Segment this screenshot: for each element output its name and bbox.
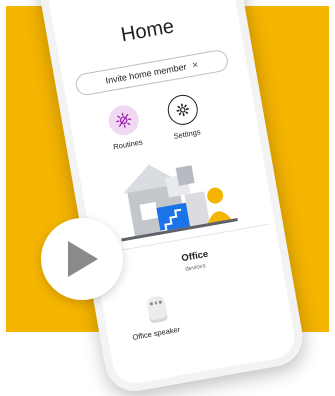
play-icon (64, 239, 100, 279)
room-subtitle: devices (185, 263, 206, 272)
home-illustration (108, 145, 240, 245)
invite-home-member-chip[interactable]: Invite home member × (74, 48, 229, 96)
gear-icon (165, 92, 200, 127)
settings-button[interactable]: Settings (156, 91, 213, 143)
invite-chip-label: Invite home member (105, 62, 188, 86)
play-button[interactable] (41, 218, 123, 300)
settings-label: Settings (162, 125, 213, 143)
routines-label: Routines (103, 136, 154, 154)
routines-icon (106, 103, 141, 138)
speaker-lights (150, 301, 162, 305)
speaker-icon[interactable] (146, 295, 168, 324)
room-title: Office (181, 249, 209, 265)
close-icon[interactable]: × (191, 59, 199, 71)
routines-button[interactable]: Routines (96, 101, 153, 153)
device-label[interactable]: Office speaker (132, 325, 181, 342)
